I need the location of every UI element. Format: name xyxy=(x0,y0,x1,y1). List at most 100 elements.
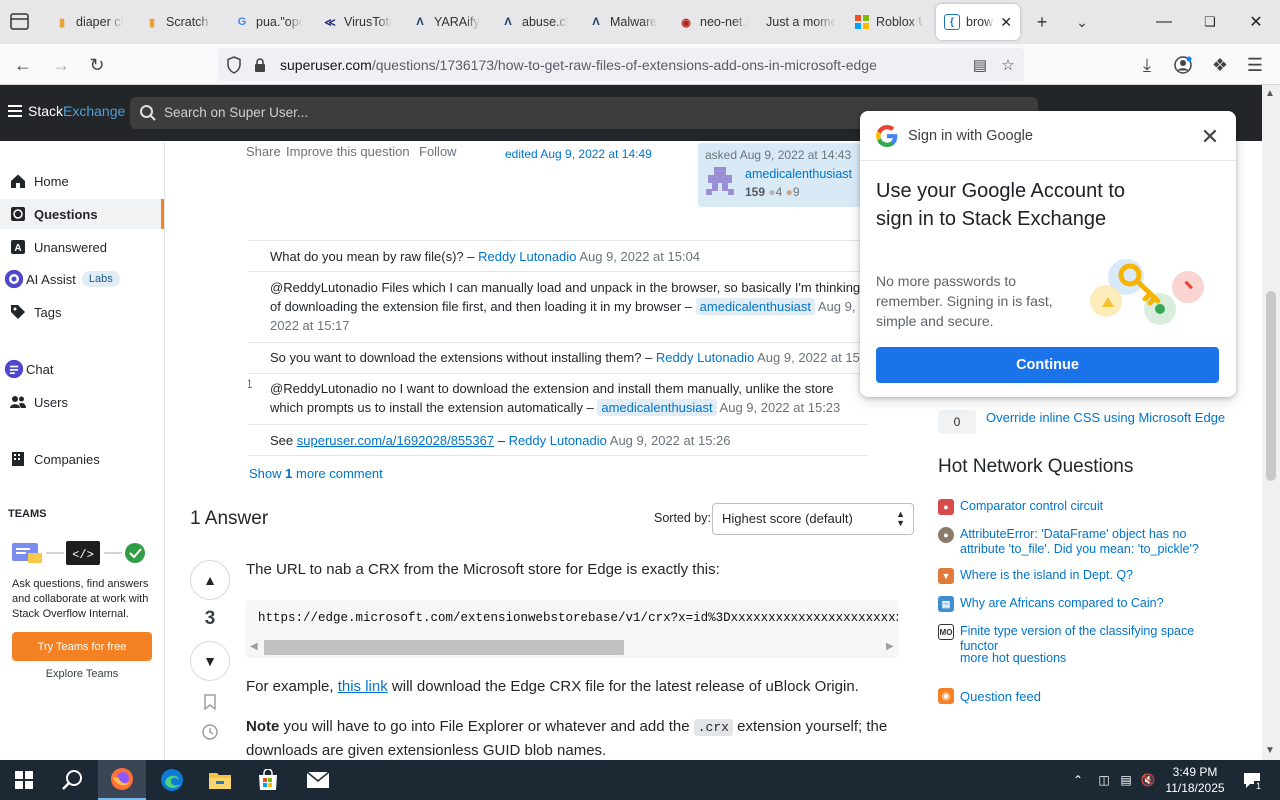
chevron-up-icon[interactable]: ⌃ xyxy=(1070,772,1086,788)
avatar[interactable] xyxy=(704,165,736,197)
related-question-link[interactable]: Override inline CSS using Microsoft Edge xyxy=(986,410,1225,425)
hnq-item[interactable]: ● AttributeError: 'DataFrame' object has… xyxy=(938,527,1230,557)
reload-icon[interactable]: ↻ xyxy=(84,52,110,78)
bookmark-icon[interactable] xyxy=(200,692,220,712)
close-icon[interactable]: ✕ xyxy=(1198,124,1222,149)
extensions-icon[interactable]: ❖ xyxy=(1207,52,1233,78)
comment-date[interactable]: Aug 9, 2022 at 15: xyxy=(757,350,863,365)
this-link[interactable]: this link xyxy=(338,678,388,695)
share-link[interactable]: Share xyxy=(246,144,281,159)
follow-link[interactable]: Follow xyxy=(419,144,457,159)
restore-icon[interactable]: ❏ xyxy=(1196,8,1224,36)
history-icon[interactable] xyxy=(200,722,220,742)
nav-ai-assist[interactable]: AI Assist Labs xyxy=(0,264,164,294)
hnq-item[interactable]: MO Finite type version of the classifyin… xyxy=(938,624,1230,654)
network-icon[interactable]: ▤ xyxy=(1118,772,1134,788)
scroll-right-icon[interactable]: ▶ xyxy=(886,641,894,652)
continue-button[interactable]: Continue xyxy=(876,347,1219,383)
browser-tab[interactable]: Just a mome xyxy=(758,4,844,40)
code-scrollbar-thumb[interactable] xyxy=(264,640,624,655)
page-scrollbar[interactable]: ▲ ▼ xyxy=(1262,85,1280,760)
downvote-button[interactable]: ▼ xyxy=(190,641,230,681)
browser-tab[interactable]: Λ Malware xyxy=(580,4,666,40)
show-more-comments-link[interactable]: Show 1 more comment xyxy=(249,466,383,481)
try-teams-button[interactable]: Try Teams for free xyxy=(12,632,152,661)
upvote-button[interactable]: ▲ xyxy=(190,560,230,600)
mail-icon[interactable] xyxy=(294,760,342,800)
file-explorer-icon[interactable] xyxy=(196,760,244,800)
url-text[interactable]: superuser.com/questions/1736173/how-to-g… xyxy=(280,57,877,73)
nav-users[interactable]: Users xyxy=(0,387,164,417)
hamburger-icon[interactable] xyxy=(8,105,22,117)
url-bar[interactable]: superuser.com/questions/1736173/how-to-g… xyxy=(218,48,1024,81)
page-scrollbar-thumb[interactable] xyxy=(1266,291,1276,481)
browser-tab[interactable]: Roblox U xyxy=(846,4,932,40)
browser-tab[interactable]: G pua."ope xyxy=(226,4,310,40)
forward-icon[interactable]: → xyxy=(48,52,74,78)
tab-list-icon[interactable] xyxy=(8,11,32,33)
minimize-icon[interactable]: — xyxy=(1150,8,1178,36)
hnq-link[interactable]: Comparator control circuit xyxy=(960,499,1230,514)
hnq-item[interactable]: ▤ Why are Africans compared to Cain? xyxy=(938,596,1230,612)
menu-icon[interactable]: ☰ xyxy=(1242,52,1268,78)
hnq-item[interactable]: ● Comparator control circuit xyxy=(938,499,1230,515)
nav-companies[interactable]: Companies xyxy=(0,444,164,474)
browser-tab[interactable]: ≪ VirusTota xyxy=(314,4,400,40)
hnq-link[interactable]: Where is the island in Dept. Q? xyxy=(960,568,1230,583)
scroll-left-icon[interactable]: ◀ xyxy=(250,641,258,652)
comment-user-link[interactable]: Reddy Lutonadio xyxy=(509,433,607,448)
improve-question-link[interactable]: Improve this question xyxy=(286,144,410,159)
hnq-link[interactable]: Why are Africans compared to Cain? xyxy=(960,596,1230,611)
scroll-down-icon[interactable]: ▼ xyxy=(1265,745,1275,756)
hnq-link[interactable]: AttributeError: 'DataFrame' object has n… xyxy=(960,527,1230,557)
comment-date[interactable]: Aug 9, 2022 at 15:26 xyxy=(610,433,731,448)
more-hot-questions-link[interactable]: more hot questions xyxy=(960,651,1066,665)
browser-tab[interactable]: ▮ diaper cl xyxy=(46,4,132,40)
nav-tags[interactable]: Tags xyxy=(0,297,164,327)
chevron-down-icon[interactable]: ⌄ xyxy=(1070,10,1094,34)
question-feed-link[interactable]: ◉ Question feed xyxy=(938,688,1041,704)
comment-user-link[interactable]: Reddy Lutonadio xyxy=(478,249,576,264)
hnq-item[interactable]: ▼ Where is the island in Dept. Q? xyxy=(938,568,1230,584)
lock-icon[interactable] xyxy=(250,55,270,75)
nav-questions[interactable]: Questions xyxy=(0,199,164,229)
nav-chat[interactable]: Chat xyxy=(0,354,164,384)
edited-timestamp[interactable]: edited Aug 9, 2022 at 14:49 xyxy=(505,147,652,161)
close-window-icon[interactable]: ✕ xyxy=(1242,8,1270,36)
bookmark-star-icon[interactable]: ☆ xyxy=(998,55,1018,75)
comment-user-link[interactable]: amedicalenthusiast xyxy=(597,399,717,416)
hnq-link[interactable]: Finite type version of the classifying s… xyxy=(960,624,1230,654)
shield-icon[interactable] xyxy=(224,55,244,75)
comment-user-link[interactable]: Reddy Lutonadio xyxy=(656,350,754,365)
browser-tab-active[interactable]: { brows ✕ xyxy=(936,4,1020,40)
search-icon[interactable] xyxy=(48,760,96,800)
notifications-icon[interactable]: 1 xyxy=(1242,770,1264,791)
browser-tab[interactable]: ◉ neo-net.i xyxy=(670,4,756,40)
back-icon[interactable]: ← xyxy=(10,52,36,78)
comment-user-link[interactable]: amedicalenthusiast xyxy=(695,298,815,315)
scroll-up-icon[interactable]: ▲ xyxy=(1265,88,1275,99)
account-icon[interactable] xyxy=(1170,52,1196,78)
browser-tab[interactable]: Λ YARAify | xyxy=(404,4,488,40)
explore-teams-link[interactable]: Explore Teams xyxy=(0,668,164,680)
nav-home[interactable]: Home xyxy=(0,166,164,196)
stackexchange-logo[interactable]: Stack Exchange xyxy=(8,103,125,119)
taskbar-clock[interactable]: 3:49 PM 11/18/2025 xyxy=(1162,764,1228,796)
comment-date[interactable]: Aug 9, 2022 at 15:04 xyxy=(579,249,700,264)
edge-icon[interactable] xyxy=(148,760,196,800)
browser-tab[interactable]: ▮ Scratch - xyxy=(136,4,220,40)
close-tab-icon[interactable]: ✕ xyxy=(1000,14,1012,31)
downloads-icon[interactable]: ⤓ xyxy=(1134,52,1160,78)
sort-select[interactable]: Highest score (default) ▲ ▼ xyxy=(712,503,914,535)
browser-tab[interactable]: Λ abuse.ch xyxy=(492,4,576,40)
windows-start-icon[interactable] xyxy=(0,760,48,800)
nav-unanswered[interactable]: A Unanswered xyxy=(0,232,164,262)
comment-date[interactable]: Aug 9, 2022 at 15:23 xyxy=(720,400,841,415)
reader-view-icon[interactable]: ▤ xyxy=(970,55,990,75)
asker-username[interactable]: amedicalenthusiast xyxy=(745,167,852,181)
comment-link[interactable]: superuser.com/a/1692028/855367 xyxy=(297,433,494,448)
new-tab-icon[interactable]: + xyxy=(1030,10,1054,34)
device-icon[interactable]: ◫ xyxy=(1096,772,1112,788)
volume-muted-icon[interactable]: 🔇 xyxy=(1140,772,1156,788)
firefox-icon[interactable] xyxy=(98,760,146,800)
